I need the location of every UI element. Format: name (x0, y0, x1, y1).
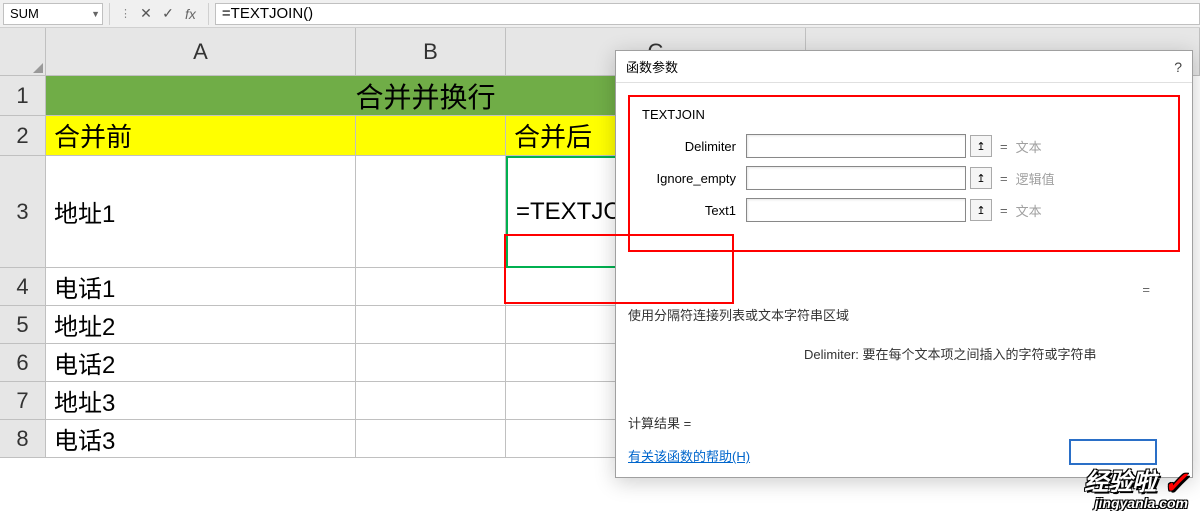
dialog-help-button[interactable]: ? (1174, 59, 1182, 75)
cell-a8[interactable]: 电话3 (46, 420, 356, 458)
equals-sign: = (992, 203, 1016, 218)
row-header-5[interactable]: 5 (0, 306, 46, 344)
dialog-body: TEXTJOIN Delimiter ↥ = 文本 Ignore_empty ↥… (616, 83, 1192, 477)
cell-b7[interactable] (356, 382, 506, 420)
cell-a4[interactable]: 电话1 (46, 268, 356, 306)
arg-input-text1[interactable] (746, 198, 966, 222)
cell-b8[interactable] (356, 420, 506, 458)
cell-b5[interactable] (356, 306, 506, 344)
arg-label-text1: Text1 (638, 203, 746, 218)
arg-desc-label: Delimiter: (804, 347, 859, 362)
row-header-1[interactable]: 1 (0, 76, 46, 116)
arg-hint-delimiter: 文本 (1016, 137, 1042, 156)
row-header-7[interactable]: 7 (0, 382, 46, 420)
cell-a3[interactable]: 地址1 (46, 156, 356, 268)
dialog-titlebar[interactable]: 函数参数 ? (616, 51, 1192, 83)
row-header-2[interactable]: 2 (0, 116, 46, 156)
function-help-link[interactable]: 有关该函数的帮助(H) (628, 449, 750, 464)
row-header-8[interactable]: 8 (0, 420, 46, 458)
row-header-6[interactable]: 6 (0, 344, 46, 382)
arg-hint-text1: 文本 (1016, 201, 1042, 220)
arg-row-delimiter: Delimiter ↥ = 文本 (638, 134, 1170, 158)
range-select-icon[interactable]: ↥ (970, 199, 992, 221)
fx-label[interactable]: fx (179, 6, 202, 22)
watermark-text: 经验啦 (1084, 469, 1156, 496)
row-header-4[interactable]: 4 (0, 268, 46, 306)
arg-input-ignore-empty[interactable] (746, 166, 966, 190)
function-name: TEXTJOIN (638, 107, 1170, 122)
row-header-3[interactable]: 3 (0, 156, 46, 268)
cancel-formula-button[interactable]: ✕ (135, 5, 157, 22)
cell-b3[interactable] (356, 156, 506, 268)
function-arguments-dialog[interactable]: 函数参数 ? TEXTJOIN Delimiter ↥ = 文本 Ignore_… (615, 50, 1193, 478)
arg-label-ignore-empty: Ignore_empty (638, 171, 746, 186)
arg-label-delimiter: Delimiter (638, 139, 746, 154)
cell-a7[interactable]: 地址3 (46, 382, 356, 420)
col-header-b[interactable]: B (356, 28, 506, 76)
argument-description: Delimiter: 要在每个文本项之间插入的字符或字符串 (628, 344, 1180, 363)
arg-desc-text: 要在每个文本项之间插入的字符或字符串 (859, 347, 1097, 362)
cell-b2[interactable] (356, 116, 506, 156)
separator (109, 3, 110, 25)
name-box-value: SUM (10, 6, 39, 21)
formula-text: =TEXTJOIN() (222, 5, 313, 22)
drag-handle-icon[interactable]: ⋮ (116, 7, 135, 20)
confirm-formula-button[interactable]: ✓ (157, 5, 179, 22)
formula-input[interactable]: =TEXTJOIN() (215, 3, 1200, 25)
cell-a2[interactable]: 合并前 (46, 116, 356, 156)
equals-sign: = (992, 171, 1016, 186)
name-box-dropdown-icon[interactable]: ▼ (91, 9, 100, 19)
cell-b4[interactable] (356, 268, 506, 306)
arg-row-text1: Text1 ↥ = 文本 (638, 198, 1170, 222)
col-header-a[interactable]: A (46, 28, 356, 76)
name-box[interactable]: SUM ▼ (3, 3, 103, 25)
function-args-box: TEXTJOIN Delimiter ↥ = 文本 Ignore_empty ↥… (628, 95, 1180, 252)
select-all-corner[interactable] (0, 28, 46, 76)
range-select-icon[interactable]: ↥ (970, 167, 992, 189)
formula-bar: SUM ▼ ⋮ ✕ ✓ fx =TEXTJOIN() (0, 0, 1200, 28)
separator (208, 3, 209, 25)
arg-hint-ignore-empty: 逻辑值 (1016, 169, 1055, 188)
equals-sign: = (992, 139, 1016, 154)
dialog-title-text: 函数参数 (626, 57, 678, 76)
range-select-icon[interactable]: ↥ (970, 135, 992, 157)
result-equals: = (628, 282, 1180, 297)
watermark-sub: jingyanla.com (1095, 495, 1188, 511)
arg-row-ignore-empty: Ignore_empty ↥ = 逻辑值 (638, 166, 1170, 190)
cell-a6[interactable]: 电话2 (46, 344, 356, 382)
arg-input-delimiter[interactable] (746, 134, 966, 158)
cell-b6[interactable] (356, 344, 506, 382)
cell-a5[interactable]: 地址2 (46, 306, 356, 344)
calculation-result: 计算结果 = (628, 413, 1180, 432)
function-description: 使用分隔符连接列表或文本字符串区域 (628, 305, 1180, 324)
